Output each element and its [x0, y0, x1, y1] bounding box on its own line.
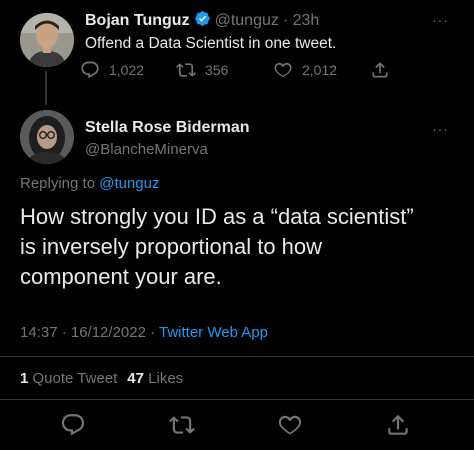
quote-label: Quote Tweet: [32, 370, 118, 387]
reply-count: 1,022: [109, 62, 145, 78]
quote-tweets-stat[interactable]: 1 Quote Tweet: [20, 370, 117, 387]
share-icon: [372, 62, 388, 78]
retweet-count: 356: [205, 62, 229, 78]
author-handle[interactable]: @BlancheMinerva: [85, 141, 208, 158]
tweet-text: How strongly you ID as a “data scientist…: [20, 202, 465, 292]
tweet-text-line: component your are.: [20, 264, 222, 289]
avatar[interactable]: [20, 110, 74, 164]
avatar-image: [20, 110, 74, 164]
like-button[interactable]: [277, 412, 303, 438]
tweet-metadata: 14:37 · 16/12/2022 · Twitter Web App: [20, 324, 268, 341]
more-options-icon[interactable]: ···: [432, 12, 449, 28]
parent-tweet-header: Bojan Tunguz @tunguz · 23h: [85, 10, 319, 32]
retweet-button[interactable]: [169, 412, 195, 438]
verified-badge-icon: [194, 10, 211, 32]
author-handle[interactable]: @tunguz: [215, 12, 279, 30]
parent-tweet[interactable]: Bojan Tunguz @tunguz · 23h ··· Offend a …: [0, 0, 474, 105]
tweet-timestamp[interactable]: 14:37 · 16/12/2022 ·: [20, 324, 159, 341]
likes-stat[interactable]: 47 Likes: [127, 370, 183, 387]
share-button[interactable]: [370, 60, 390, 80]
tweet-text-line: is inversely proportional to how: [20, 234, 323, 259]
more-options-icon[interactable]: ···: [432, 121, 449, 137]
parent-tweet-actions: 1,022 356 2,012: [80, 60, 400, 84]
replying-to-label: Replying to: [20, 175, 96, 192]
like-count: 47: [127, 370, 144, 387]
share-icon: [388, 414, 408, 435]
reply-button[interactable]: [60, 412, 86, 438]
replying-to-mention[interactable]: @tunguz: [99, 175, 159, 192]
quote-count: 1: [20, 370, 29, 387]
reply-button[interactable]: 1,022: [80, 60, 144, 80]
retweet-button[interactable]: 356: [176, 60, 228, 80]
tweet-source[interactable]: Twitter Web App: [159, 324, 268, 341]
retweet-icon: [169, 416, 195, 434]
like-icon: [278, 415, 302, 435]
divider: [0, 356, 474, 357]
thread-connector-line: [45, 71, 47, 105]
author-name[interactable]: Bojan Tunguz: [85, 12, 190, 30]
likes-label: Likes: [148, 370, 184, 387]
tweet-actions: [0, 410, 474, 440]
reply-icon: [81, 61, 99, 79]
avatar[interactable]: [20, 13, 74, 67]
replying-to: Replying to @tunguz: [20, 175, 159, 192]
retweet-icon: [176, 63, 196, 77]
parent-tweet-text: Offend a Data Scientist in one tweet.: [85, 35, 337, 52]
reply-icon: [61, 414, 85, 436]
like-count: 2,012: [302, 62, 338, 78]
engagement-stats: 1 Quote Tweet 47 Likes: [20, 370, 183, 387]
like-icon: [274, 62, 292, 78]
author-name[interactable]: Stella Rose Biderman: [85, 119, 250, 137]
tweet-page: Bojan Tunguz @tunguz · 23h ··· Offend a …: [0, 0, 474, 450]
tweet-time[interactable]: · 23h: [283, 12, 319, 30]
tweet-text-line: How strongly you ID as a “data scientist…: [20, 204, 414, 229]
like-button[interactable]: 2,012: [273, 60, 337, 80]
avatar-image: [20, 13, 74, 67]
divider: [0, 399, 474, 400]
share-button[interactable]: [385, 412, 411, 438]
